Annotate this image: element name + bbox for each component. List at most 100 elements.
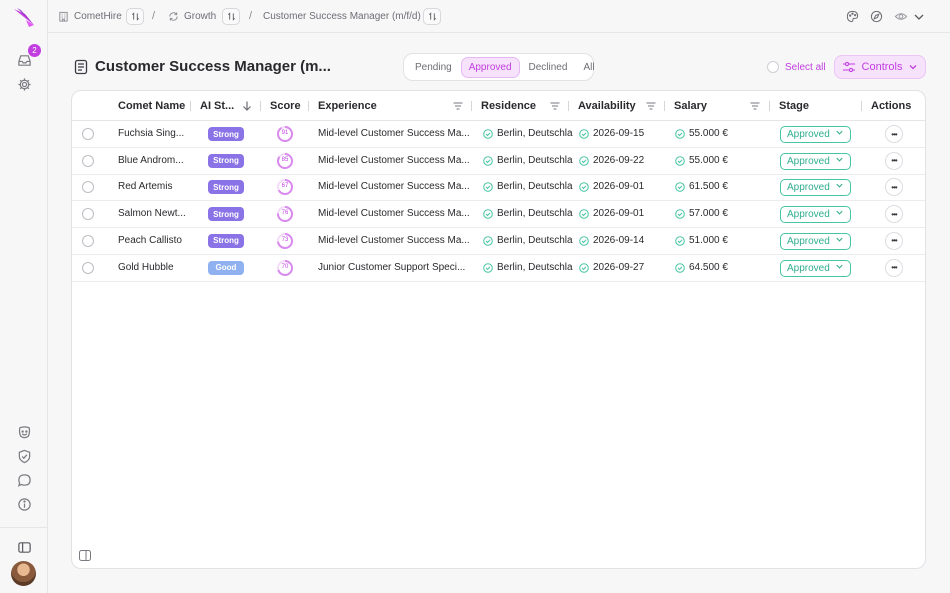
column-experience[interactable]: Experience — [318, 100, 377, 112]
candidate-name[interactable]: Salmon Newt... — [118, 208, 186, 219]
sidebar: 2 — [0, 0, 48, 593]
select-all-radio[interactable] — [767, 61, 779, 73]
candidate-name[interactable]: Blue Androm... — [118, 155, 184, 166]
candidate-name[interactable]: Red Artemis — [118, 181, 172, 192]
filter-icon[interactable] — [452, 100, 464, 112]
smiley-icon[interactable] — [14, 422, 34, 442]
check-icon — [579, 235, 589, 246]
more-actions-button[interactable]: ••• — [885, 258, 903, 277]
column-residence[interactable]: Residence — [481, 100, 536, 112]
candidates-table: Comet Name AI St... Score Experience Res… — [71, 90, 926, 569]
breadcrumb-team[interactable]: Growth — [168, 9, 216, 24]
experience-text: Mid-level Customer Success Ma... — [318, 181, 470, 193]
row-select-radio[interactable] — [82, 154, 94, 167]
info-icon[interactable] — [14, 494, 34, 514]
salary-text: 61.500 € — [689, 181, 728, 193]
more-actions-button[interactable]: ••• — [885, 205, 903, 224]
stage-dropdown[interactable]: Approved — [780, 259, 851, 277]
stage-dropdown[interactable]: Approved — [780, 232, 851, 250]
breadcrumb-org[interactable]: CometHire — [58, 9, 122, 24]
page-title: Customer Success Manager (m... — [95, 58, 331, 75]
stage-dropdown[interactable]: Approved — [780, 179, 851, 197]
column-divider — [308, 101, 309, 111]
stage-dropdown[interactable]: Approved — [780, 126, 851, 143]
table-row[interactable]: Fuchsia Sing... Strong 91 Mid-level Custome… — [72, 121, 925, 148]
residence-text: Berlin, Deutschla — [497, 128, 573, 139]
column-availability[interactable]: Availability — [578, 100, 636, 112]
column-actions: Actions — [871, 100, 912, 112]
check-icon — [675, 155, 685, 166]
chat-icon[interactable] — [14, 470, 34, 490]
table-row[interactable]: Blue Androm... Strong 85 Mid-level Customer… — [72, 148, 925, 175]
filter-icon[interactable] — [645, 100, 657, 112]
score-ring: 70 — [276, 259, 294, 277]
switch-job-button[interactable] — [423, 8, 441, 25]
chevron-down-icon — [835, 208, 844, 219]
column-comet-name[interactable]: Comet Name — [118, 100, 185, 112]
palette-icon[interactable] — [844, 8, 861, 25]
tab-all[interactable]: All — [576, 57, 601, 78]
chevron-down-icon — [835, 155, 844, 166]
gear-icon[interactable] — [14, 74, 34, 94]
check-icon — [579, 155, 589, 166]
switch-org-button[interactable] — [126, 8, 144, 25]
more-actions-button[interactable]: ••• — [885, 125, 903, 143]
controls-button[interactable]: Controls — [834, 55, 926, 79]
column-stage[interactable]: Stage — [779, 100, 809, 112]
check-icon — [483, 209, 493, 219]
availability-text: 2026-09-01 — [593, 208, 645, 220]
table-row[interactable]: Salmon Newt... Strong 76 Mid-level Customer… — [72, 201, 925, 229]
breadcrumb-org-label: CometHire — [74, 11, 122, 22]
availability-text: 2026-09-27 — [593, 261, 645, 273]
filter-icon[interactable] — [749, 100, 761, 112]
filter-icon[interactable] — [549, 100, 561, 112]
select-all[interactable]: Select all — [767, 61, 826, 73]
residence-text: Berlin, Deutschla — [497, 261, 573, 273]
more-actions-button[interactable]: ••• — [885, 178, 903, 197]
candidate-name[interactable]: Peach Callisto — [118, 235, 182, 246]
top-bar: CometHire / Growth / Customer Success Ma… — [48, 0, 950, 33]
score-value: 67 — [281, 183, 289, 190]
stage-dropdown[interactable]: Approved — [780, 206, 851, 224]
panel-icon[interactable] — [14, 537, 34, 557]
avatar[interactable] — [11, 561, 36, 586]
candidate-name[interactable]: Gold Hubble — [118, 262, 174, 273]
row-select-radio[interactable] — [82, 261, 94, 274]
document-icon — [74, 59, 88, 75]
row-select-radio[interactable] — [82, 181, 94, 194]
more-icon: ••• — [891, 182, 897, 192]
table-row[interactable]: Peach Callisto Strong 73 Mid-level Customer… — [72, 228, 925, 255]
breadcrumb-job[interactable]: Customer Success Manager (m/f/d) — [263, 9, 421, 24]
check-icon — [483, 262, 493, 273]
tab-pending[interactable]: Pending — [408, 57, 459, 78]
check-icon — [483, 182, 493, 193]
select-all-label: Select all — [785, 61, 826, 73]
eye-icon[interactable] — [892, 8, 909, 25]
tab-approved[interactable]: Approved — [460, 56, 520, 78]
column-score[interactable]: Score — [270, 100, 301, 112]
more-actions-button[interactable]: ••• — [885, 231, 903, 250]
row-select-radio[interactable] — [82, 208, 94, 221]
more-actions-button[interactable]: ••• — [885, 151, 903, 170]
swap-icon — [227, 12, 235, 21]
logo-icon[interactable] — [12, 6, 36, 28]
table-row[interactable]: Gold Hubble Good 70 Junior Customer Support… — [72, 255, 925, 282]
sort-down-icon[interactable] — [241, 100, 253, 112]
panel-toggle-icon[interactable] — [79, 550, 91, 561]
check-icon — [675, 235, 685, 246]
shield-check-icon[interactable] — [14, 446, 34, 466]
compass-icon[interactable] — [868, 8, 885, 25]
stage-dropdown[interactable]: Approved — [780, 152, 851, 170]
tab-declined[interactable]: Declined — [522, 57, 575, 78]
switch-team-button[interactable] — [222, 8, 240, 25]
table-row[interactable]: Red Artemis Strong 67 Mid-level Customer Su… — [72, 174, 925, 202]
salary-text: 57.000 € — [689, 208, 728, 220]
column-salary[interactable]: Salary — [674, 100, 707, 112]
notification-badge: 2 — [28, 44, 41, 57]
candidate-name[interactable]: Fuchsia Sing... — [118, 128, 184, 139]
row-select-radio[interactable] — [82, 234, 94, 247]
column-ai-status[interactable]: AI St... — [200, 100, 234, 112]
salary-text: 51.000 € — [689, 234, 728, 246]
row-select-radio[interactable] — [82, 128, 94, 140]
chevron-down-icon[interactable] — [910, 8, 927, 25]
